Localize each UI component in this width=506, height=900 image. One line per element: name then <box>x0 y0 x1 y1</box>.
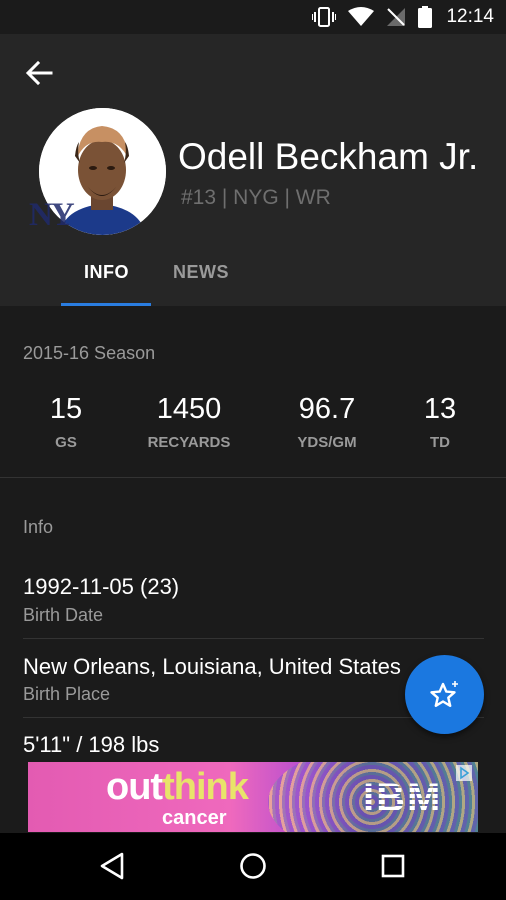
tab-indicator <box>61 303 151 306</box>
info-title: Info <box>23 517 54 537</box>
stat-value: 96.7 <box>298 393 356 425</box>
tab-info[interactable]: INFO <box>84 262 129 283</box>
row-divider <box>23 638 484 639</box>
stat-label: GS <box>55 434 77 451</box>
system-nav-bar <box>0 833 506 900</box>
stat-recyards: 1450 RECYARDS <box>129 392 249 451</box>
birth-date-value: 1992-11-05 (23) <box>23 574 180 599</box>
recents-square-icon[interactable] <box>378 851 408 881</box>
height-weight-value: 5'11" / 198 lbs <box>23 732 160 757</box>
status-icons: 12:14 <box>312 6 494 28</box>
back-arrow-icon[interactable] <box>22 56 56 90</box>
star-add-icon <box>429 680 458 707</box>
wifi-icon <box>348 7 375 26</box>
birth-date-label: Birth Date <box>23 605 104 625</box>
vibrate-icon <box>312 7 337 27</box>
stat-td: 13 TD <box>380 392 500 451</box>
ad-banner[interactable]: outthink cancer IBM <box>28 762 478 832</box>
home-circle-icon[interactable] <box>238 851 268 881</box>
stat-value: 15 <box>49 393 83 425</box>
favorite-fab[interactable] <box>405 655 484 734</box>
team-logo: NY <box>29 197 75 233</box>
stat-label: RECYARDS <box>147 434 231 451</box>
tab-news[interactable]: NEWS <box>173 262 229 283</box>
ad-headline: outthink <box>106 766 249 809</box>
season-title: 2015-16 Season <box>23 343 156 363</box>
stat-value: 13 <box>423 393 457 425</box>
stat-yds-per-game: 96.7 YDS/GM <box>267 392 387 451</box>
ad-headline-out: out <box>106 766 163 808</box>
ad-brand-logo: IBM <box>363 776 443 820</box>
back-triangle-icon[interactable] <box>98 851 128 881</box>
stat-gs: 15 GS <box>6 392 126 451</box>
stat-value: 1450 <box>156 393 222 425</box>
ad-subtext: cancer <box>162 807 227 829</box>
player-meta: #13 | NYG | WR <box>181 186 331 209</box>
no-signal-icon <box>387 8 406 26</box>
birth-place-value: New Orleans, Louisiana, United States <box>23 654 401 679</box>
ad-headline-think: think <box>162 766 249 808</box>
battery-icon <box>418 6 433 28</box>
status-time: 12:14 <box>446 6 494 27</box>
birth-place-label: Birth Place <box>23 684 111 704</box>
player-name: Odell Beckham Jr. <box>178 136 479 177</box>
section-divider <box>0 477 506 478</box>
stat-label: YDS/GM <box>297 434 357 451</box>
status-bar: 12:14 <box>0 0 506 34</box>
stat-label: TD <box>430 434 450 451</box>
player-header: NY Odell Beckham Jr. #13 | NYG | WR INFO… <box>0 34 506 306</box>
ad-choices-icon[interactable] <box>456 765 472 781</box>
